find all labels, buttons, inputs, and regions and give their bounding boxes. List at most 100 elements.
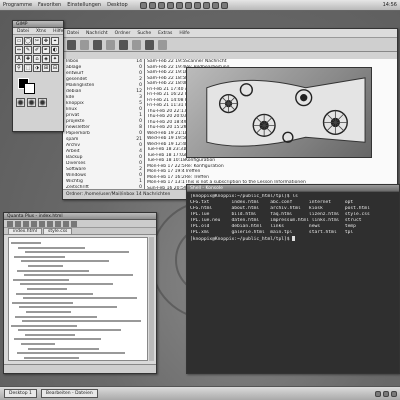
panel-menu-programs[interactable]: Programme — [3, 2, 32, 8]
taskbar-button-editor[interactable]: Bearbeiten - Dateien — [40, 389, 98, 398]
gimp-tool-icon[interactable]: ⌂ — [33, 55, 41, 63]
gimp-tool-icon[interactable]: ⌖ — [51, 37, 59, 45]
gimp-tool-icon[interactable]: ✐ — [33, 46, 41, 54]
taskbar-button-desktop[interactable]: Desktop 1 — [4, 389, 37, 398]
browser-launcher-icon[interactable] — [148, 1, 156, 9]
print-icon[interactable] — [119, 39, 128, 50]
gimp-titlebar[interactable]: GIMP — [13, 21, 63, 28]
tab-style-css[interactable]: style.css — [43, 228, 73, 234]
gimp-tool-icon[interactable]: ⊟ — [51, 64, 59, 72]
gimp-tool-icon[interactable]: ⬚ — [24, 64, 32, 72]
gimp-tool-icon[interactable]: ◯ — [24, 37, 32, 45]
editor-titlebar[interactable]: Quanta Plus - index.html — [4, 213, 156, 220]
link-icon[interactable] — [71, 221, 77, 227]
gimp-tool-icon[interactable]: ✎ — [24, 46, 32, 54]
gimp-tool-icon[interactable]: ⬗ — [33, 64, 41, 72]
gimp-tool-icon[interactable]: ✥ — [42, 37, 50, 45]
image-preview — [186, 67, 372, 158]
code-text-placeholder — [11, 242, 41, 244]
copy-icon[interactable] — [39, 221, 45, 227]
brush-icon[interactable] — [16, 98, 25, 107]
top-panel: Programme Favoriten Einstellungen Deskto… — [0, 0, 400, 11]
graphics-launcher-icon[interactable] — [184, 1, 192, 9]
gimp-tool-icon[interactable]: ✒ — [42, 46, 50, 54]
tab-index-html[interactable]: index.html — [8, 228, 42, 234]
terminal-output[interactable]: [knoppix@Knoppix:~/public_html/tpl]$ ls C… — [187, 192, 399, 244]
network-tray-icon[interactable] — [375, 390, 381, 397]
gimp-tool-icon[interactable]: ⊞ — [42, 64, 50, 72]
terminal-line-text: TPL.old debian.html links news temp — [190, 224, 356, 229]
volume-tray-icon[interactable] — [383, 390, 389, 397]
terminal-window: Shell - Konsole [knoppix@Knoppix:~/publi… — [186, 184, 400, 374]
gimp-tool-icon[interactable]: A — [15, 55, 23, 63]
terminal-cursor — [292, 236, 296, 241]
mail-menu-message[interactable]: Nachricht — [86, 31, 108, 36]
gimp-tool-icon[interactable]: ✚ — [24, 55, 32, 63]
save-icon[interactable] — [145, 39, 154, 50]
mail-menu-tools[interactable]: Extras — [158, 31, 172, 36]
network-launcher-icon[interactable] — [220, 1, 228, 9]
cut-icon[interactable] — [31, 221, 37, 227]
open-file-icon[interactable] — [15, 221, 21, 227]
gimp-tool-icon[interactable]: ◈ — [42, 55, 50, 63]
editor-launcher-icon[interactable] — [166, 1, 174, 9]
panel-launchers — [139, 1, 228, 9]
panel-menu-settings[interactable]: Einstellungen — [67, 2, 101, 8]
code-text-placeholder — [25, 251, 129, 254]
mail-menubar: Datei Nachricht Ordner Suche Extras Hilf… — [63, 29, 397, 38]
panel-clock: 14:56 — [382, 2, 397, 8]
color-selector[interactable] — [16, 76, 60, 94]
music-launcher-icon[interactable] — [211, 1, 219, 9]
help-launcher-icon[interactable] — [202, 1, 210, 9]
new-file-icon[interactable] — [7, 221, 13, 227]
gimp-tool-icon[interactable]: ✂ — [33, 37, 41, 45]
gimp-menu-file[interactable]: Datei — [17, 29, 29, 34]
bold-icon[interactable] — [55, 221, 61, 227]
code-text-placeholder — [17, 352, 125, 355]
terminal-line-text: [knoppix@Knoppix:~/public_html/tpl]$ — [190, 237, 293, 242]
panel-menu-desktop[interactable]: Desktop — [107, 2, 128, 8]
pattern-icon[interactable] — [27, 98, 36, 107]
terminal-titlebar[interactable]: Shell - Konsole — [187, 185, 399, 192]
address-book-icon[interactable] — [158, 39, 167, 50]
code-editor-area[interactable] — [8, 237, 148, 361]
terminal-launcher-icon[interactable] — [139, 1, 147, 9]
mail-launcher-icon[interactable] — [157, 1, 165, 9]
italic-icon[interactable] — [63, 221, 69, 227]
code-text-placeholder — [23, 297, 137, 300]
gimp-tool-icon[interactable]: ◐ — [51, 46, 59, 54]
delete-icon[interactable] — [132, 39, 141, 50]
settings-launcher-icon[interactable] — [193, 1, 201, 9]
taskbar: Desktop 1 Bearbeiten - Dateien — [0, 386, 400, 400]
code-line — [11, 318, 145, 323]
gimp-tool-icon[interactable]: ✦ — [51, 55, 59, 63]
editor-toolbar — [4, 220, 156, 228]
save-file-icon[interactable] — [23, 221, 29, 227]
clipboard-tray-icon[interactable] — [391, 390, 397, 397]
terminal-line-text: TPL.lue.neu daten.html impressum.html li… — [190, 218, 362, 223]
gimp-menu-xtns[interactable]: Xtns — [36, 29, 46, 34]
editor-scrollbar[interactable] — [149, 237, 154, 361]
mail-menu-help[interactable]: Hilfe — [179, 31, 189, 36]
gimp-menu-help[interactable]: Hilfe — [53, 29, 63, 34]
brush-selector — [13, 96, 63, 109]
background-color-swatch[interactable] — [24, 83, 35, 94]
filemanager-launcher-icon[interactable] — [175, 1, 183, 9]
mail-menu-search[interactable]: Suche — [137, 31, 151, 36]
gradient-icon[interactable] — [38, 98, 47, 107]
terminal-line-text: TPL.xml galerie.html main.tpl start.html… — [190, 230, 354, 235]
paste-icon[interactable] — [47, 221, 53, 227]
gimp-toolbox-window: GIMP Datei Xtns Hilfe ▭ ◯ ✂ ✥ ⌖ ⇔ ✎ ✐ ✒ ◐ A ✚ ⌂ ◈ ✦ ⚲ ⬚ ⬗… — [12, 20, 64, 132]
reply-icon[interactable] — [93, 39, 102, 50]
panel-menu-favorites[interactable]: Favoriten — [38, 2, 61, 8]
code-text-placeholder — [26, 310, 71, 313]
mail-menu-file[interactable]: Datei — [67, 31, 79, 36]
gimp-tool-icon[interactable]: ⚲ — [15, 64, 23, 72]
get-mail-icon[interactable] — [67, 39, 76, 50]
mail-menu-folder[interactable]: Ordner — [115, 31, 131, 36]
gimp-tool-icon[interactable]: ⇔ — [15, 46, 23, 54]
compose-icon[interactable] — [80, 39, 89, 50]
gimp-tool-icon[interactable]: ▭ — [15, 37, 23, 45]
forward-icon[interactable] — [106, 39, 115, 50]
